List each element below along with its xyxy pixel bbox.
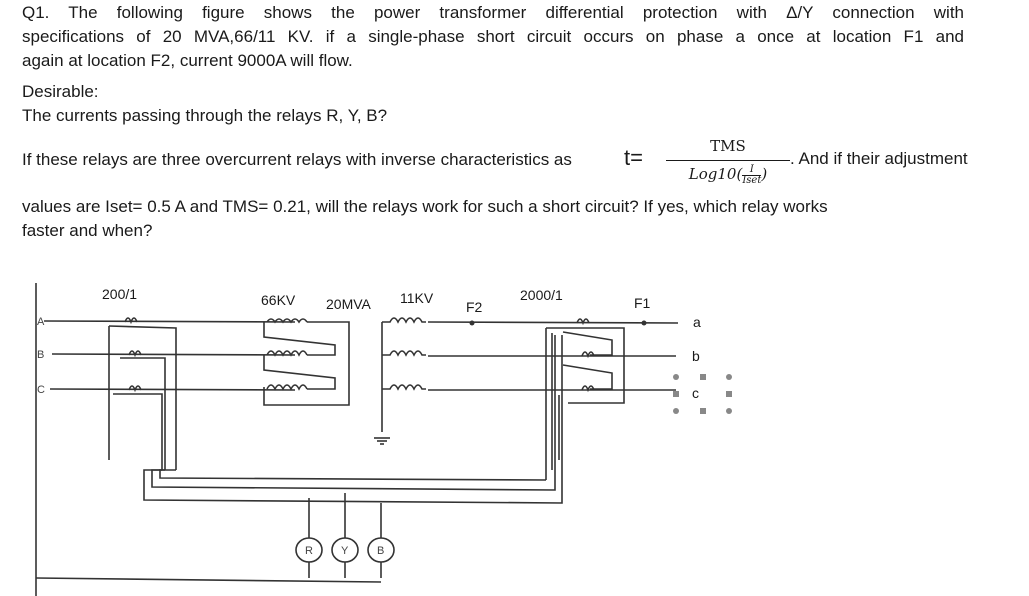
fraction-bar — [666, 160, 790, 161]
hv-winding-c — [266, 384, 308, 391]
hv-phase-b-label: B — [37, 349, 44, 361]
hv-voltage-label: 66KV — [261, 292, 296, 308]
fault-f1-label: F1 — [634, 295, 651, 311]
ratio-numerator: I — [742, 164, 762, 176]
relay-currents-question: The currents passing through the relays … — [22, 106, 388, 125]
lv-phase-c-label: c — [692, 385, 699, 401]
relay-y-label: Y — [341, 545, 349, 557]
lv-phase-b-label: b — [692, 348, 700, 364]
relay-r-label: R — [305, 545, 313, 557]
log-suffix: ) — [761, 165, 768, 183]
desirable-label: Desirable: — [22, 82, 99, 101]
lv-winding-a — [382, 317, 426, 324]
condition-text: If these relays are three overcurrent re… — [22, 150, 572, 169]
question-line-2: specifications of 20 MVA,66/11 KV. if a … — [22, 27, 964, 46]
lv-voltage-label: 11KV — [400, 290, 434, 306]
lv-phase-a-line — [427, 321, 679, 324]
relay-b-label: B — [377, 545, 384, 557]
lv-ct-ratio-label: 2000/1 — [520, 287, 563, 303]
faster-line: faster and when? — [22, 221, 153, 240]
question-line-1: Q1. The following figure shows the power… — [22, 3, 964, 22]
fault-f2-label: F2 — [466, 299, 483, 315]
fault-point-f1 — [641, 320, 647, 326]
lv-winding-b — [382, 350, 426, 357]
hv-phase-a-label: A — [37, 316, 45, 328]
rating-label: 20MVA — [326, 296, 372, 312]
hv-phase-c-label: C — [37, 384, 45, 396]
log-prefix: Log10( — [688, 165, 743, 183]
hv-phase-c-line — [49, 388, 296, 391]
hv-phase-a-line — [43, 320, 296, 323]
hv-ct-ratio-label: 200/1 — [102, 286, 137, 302]
question-line-3: again at location F2, current 9000A will… — [22, 51, 353, 70]
values-line: values are Iset= 0.5 A and TMS= 0.21, wi… — [22, 197, 828, 216]
formula-denominator: Log10(I Iset) — [666, 164, 790, 186]
differential-protection-diagram: 200/1 66KV 20MVA 11KV F2 2000/1 F1 a b c… — [35, 283, 732, 596]
formula-lhs: t= — [624, 145, 643, 170]
terminal-markers — [673, 374, 732, 414]
lv-winding-c — [382, 384, 426, 391]
formula-fraction: TMS Log10(I Iset) — [666, 136, 790, 186]
formula-numerator: TMS — [710, 137, 746, 155]
fault-point-f2 — [469, 320, 475, 326]
condition-suffix: . And if their adjustment — [790, 149, 968, 168]
current-ratio: I Iset — [742, 164, 762, 186]
lv-phase-a-label: a — [693, 314, 701, 330]
hv-phase-b-line — [51, 353, 296, 356]
ratio-denominator: Iset — [742, 174, 762, 186]
